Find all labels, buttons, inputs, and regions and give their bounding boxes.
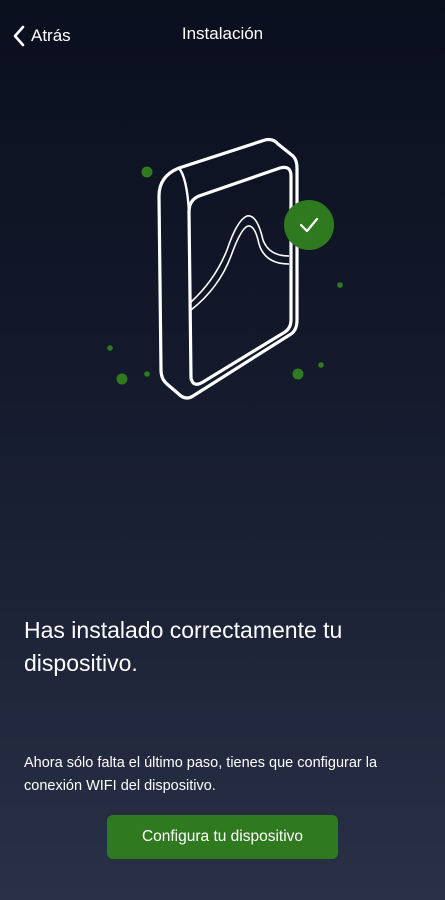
configure-device-button[interactable]: Configura tu dispositivo <box>107 815 338 859</box>
check-badge <box>284 200 334 250</box>
page-title: Instalación <box>181 24 264 43</box>
device-front <box>187 165 293 386</box>
device-cable-inner <box>190 225 290 311</box>
device-illustration <box>107 137 343 400</box>
decorative-dots <box>107 166 343 385</box>
device-body <box>157 137 299 400</box>
next-step-description: Ahora sólo falta el último paso, tienes … <box>24 755 378 794</box>
top-bar: Atrás Instalación <box>0 0 445 72</box>
device-cable <box>190 215 290 303</box>
device-edge <box>178 167 191 213</box>
success-headline: Has instalado correctamente tu dispositi… <box>24 617 343 676</box>
